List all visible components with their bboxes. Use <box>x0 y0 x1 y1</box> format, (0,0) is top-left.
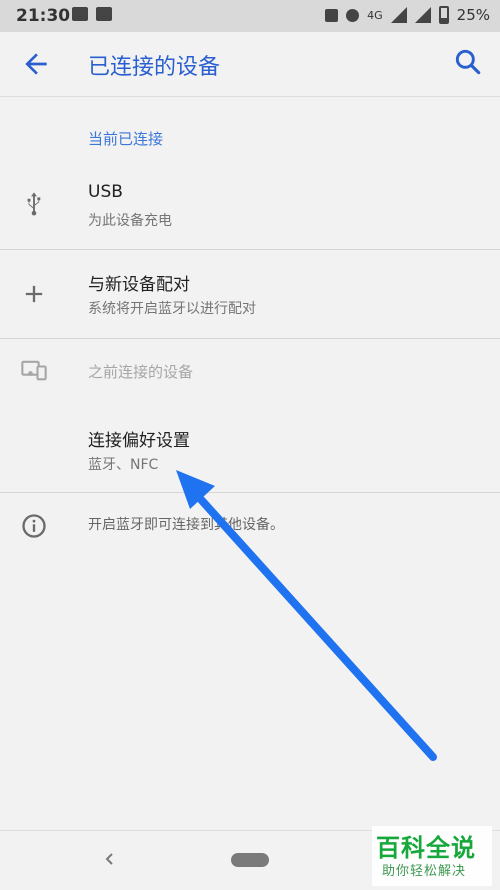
info-icon <box>22 514 46 538</box>
hotspot-icon <box>346 8 360 22</box>
list-item-previous-devices[interactable]: 之前连接的设备 <box>0 350 500 392</box>
search-icon[interactable] <box>452 46 484 78</box>
divider <box>0 249 500 250</box>
notification-icons <box>72 7 112 21</box>
list-item-usb[interactable]: USB 为此设备充电 <box>0 170 500 248</box>
hd-voice-icon <box>325 8 339 22</box>
devices-icon <box>21 360 47 381</box>
preferences-subtitle: 蓝牙、NFC <box>88 457 159 473</box>
previous-devices-title: 之前连接的设备 <box>88 363 194 381</box>
watermark-subtitle: 助你轻松解决 <box>382 864 467 879</box>
usb-subtitle: 为此设备充电 <box>88 213 172 229</box>
wifi-signal-icon <box>414 7 431 23</box>
add-icon <box>25 285 43 303</box>
signal-icon <box>390 7 407 23</box>
back-arrow-icon[interactable] <box>20 48 52 80</box>
bluetooth-info-text: 开启蓝牙即可连接到其他设备。 <box>88 517 284 533</box>
preferences-title: 连接偏好设置 <box>88 431 190 451</box>
system-status-icons: 4G 25% <box>325 6 490 24</box>
nav-back-icon[interactable] <box>100 847 120 871</box>
usb-icon <box>27 192 41 216</box>
page-title: 已连接的设备 <box>88 55 221 80</box>
list-item-connection-preferences[interactable]: 连接偏好设置 蓝牙、NFC <box>0 416 500 492</box>
status-bar: 21:30 4G 25% <box>0 0 500 32</box>
network-type-label: 4G <box>367 8 383 22</box>
pair-title: 与新设备配对 <box>88 275 190 295</box>
nav-home-button[interactable] <box>231 853 269 867</box>
pair-subtitle: 系统将开启蓝牙以进行配对 <box>88 301 256 317</box>
battery-icon <box>438 6 449 24</box>
app-bar: 已连接的设备 <box>0 32 500 97</box>
message-notification-icon <box>72 7 88 21</box>
watermark: 百科全说 助你轻松解决 <box>372 826 492 886</box>
divider <box>0 338 500 339</box>
status-time: 21:30 <box>16 6 71 26</box>
section-header-current: 当前已连接 <box>88 130 164 148</box>
list-item-pair-new-device[interactable]: 与新设备配对 系统将开启蓝牙以进行配对 <box>0 260 500 338</box>
usb-title: USB <box>88 182 123 202</box>
divider <box>0 492 500 493</box>
image-notification-icon <box>96 7 112 21</box>
battery-percent: 25% <box>456 6 490 24</box>
watermark-title: 百科全说 <box>376 834 476 862</box>
